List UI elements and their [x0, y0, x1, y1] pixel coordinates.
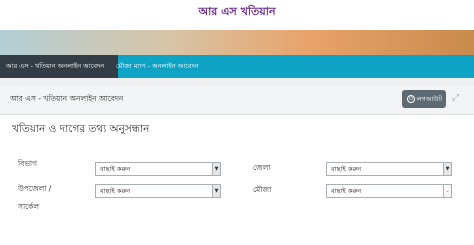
header-banner: [0, 30, 474, 55]
mouza-label: মৌজা: [253, 185, 272, 194]
division-select-value: বাছাই করুন: [100, 165, 131, 173]
panel-header: আর এস - খতিয়ান অনলাইন আবেদন ⏻ লগআউট ⤢: [0, 86, 474, 115]
site-header: আর এস খতিয়ান: [0, 0, 474, 30]
power-icon: ⏻: [407, 95, 415, 103]
tab-bar: আর এস - খতিয়ান অনলাইন আবেদন মৌজা ম্যাপ …: [0, 55, 474, 78]
logout-label: লগআউট: [416, 95, 442, 103]
division-select[interactable]: বাছাই করুন ▼: [95, 162, 221, 176]
circle-label: সার্কেল: [18, 202, 39, 211]
tab-rs-khatian-application[interactable]: আর এস - খতিয়ান অনলাইন আবেদন: [0, 55, 118, 78]
chevron-down-icon: ▼: [212, 163, 220, 175]
upazila-select-value: বাছাই করুন: [100, 187, 131, 195]
district-label: জেলা: [253, 163, 271, 172]
division-label: বিভাগ: [18, 159, 37, 168]
mouza-select-value: বাছাই করুন: [331, 187, 362, 195]
upazila-label: উপজেলা /: [18, 184, 52, 193]
mouza-select[interactable]: বাছাই করুন ⌄: [326, 184, 452, 198]
chevron-down-icon: ▼: [443, 163, 451, 175]
panel-title: আর এস - খতিয়ান অনলাইন আবেদন: [10, 94, 124, 103]
district-select-value: বাছাই করুন: [331, 165, 362, 173]
chevron-down-icon: ▼: [212, 185, 220, 197]
district-select[interactable]: বাছাই করুন ▼: [326, 162, 452, 176]
divider-strip: [0, 78, 474, 86]
chevron-down-icon: ⌄: [443, 185, 451, 197]
section-title: খতিয়ান ও দাগের তথ্য অনুসন্ধান: [12, 123, 150, 135]
site-title: আর এস খতিয়ান: [198, 5, 276, 18]
expand-icon[interactable]: ⤢: [452, 93, 459, 103]
tab-mouza-map-application[interactable]: মৌজা ম্যাপ - অনলাইন আবেদন: [110, 55, 205, 78]
logout-button[interactable]: ⏻ লগআউট: [402, 90, 446, 108]
upazila-select[interactable]: বাছাই করুন ▼: [95, 184, 221, 198]
